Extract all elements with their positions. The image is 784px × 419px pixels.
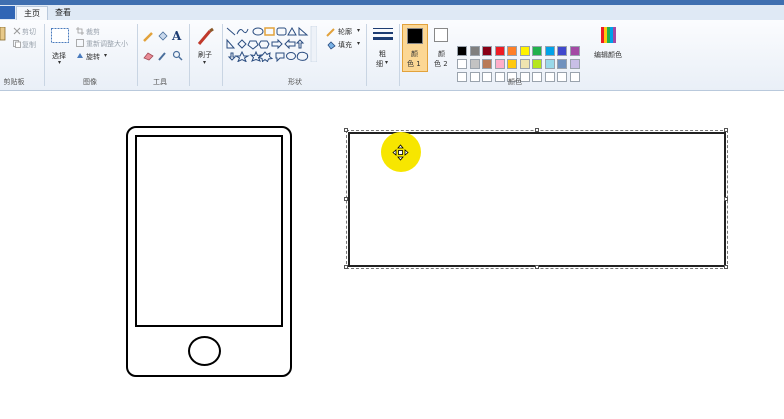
palette-swatch[interactable] xyxy=(544,46,555,56)
copy-button[interactable]: 复制 xyxy=(22,40,36,50)
move-cursor-icon xyxy=(392,144,409,161)
select-dropdown-icon[interactable]: ▾ xyxy=(58,59,61,66)
outline-dropdown-icon[interactable]: ▾ xyxy=(357,27,360,34)
brushes-dropdown-icon[interactable]: ▾ xyxy=(203,59,206,66)
image-group-label: 图像 xyxy=(83,78,97,86)
palette-swatch[interactable] xyxy=(544,59,555,69)
palette-swatch[interactable] xyxy=(457,46,467,56)
shapes-group-label: 形状 xyxy=(288,78,302,86)
text-tool-button[interactable]: A xyxy=(172,29,181,43)
palette-swatch[interactable] xyxy=(469,46,480,56)
clipboard-group-label: 剪贴板 xyxy=(3,78,25,86)
palette-swatch[interactable] xyxy=(482,46,492,56)
resize-handle-right[interactable] xyxy=(724,197,728,201)
resize-handle-left[interactable] xyxy=(344,197,348,201)
cut-button[interactable]: 剪切 xyxy=(22,27,36,37)
ribbon-tabs: 主页 查看 xyxy=(0,5,784,21)
rotate-icon[interactable] xyxy=(76,52,84,60)
palette-swatch[interactable] xyxy=(569,72,580,82)
palette-swatch[interactable] xyxy=(569,59,580,69)
magnifier-icon[interactable] xyxy=(172,50,183,61)
palette-swatch[interactable] xyxy=(469,72,480,82)
color1-label-line2: 色 1 xyxy=(407,60,421,68)
edit-colors-icon[interactable] xyxy=(600,26,618,44)
outline-button[interactable]: 轮廓 xyxy=(338,27,352,37)
resize-handle-top[interactable] xyxy=(535,128,539,132)
color1-swatch xyxy=(407,28,423,44)
phone-home-button-drawing xyxy=(188,336,221,366)
tab-view[interactable]: 查看 xyxy=(48,6,78,20)
outline-icon[interactable] xyxy=(326,27,336,37)
palette-swatch[interactable] xyxy=(494,46,505,56)
palette-swatch[interactable] xyxy=(532,46,542,56)
size-label-line1[interactable]: 粗 xyxy=(379,49,386,59)
palette-swatch[interactable] xyxy=(507,46,517,56)
fill-dropdown-icon[interactable]: ▾ xyxy=(357,40,360,47)
color2-label-line1[interactable]: 颜 xyxy=(438,49,445,59)
edit-colors-button[interactable]: 编辑颜色 xyxy=(594,50,622,60)
resize-icon[interactable] xyxy=(76,39,84,47)
rotate-dropdown-icon[interactable]: ▾ xyxy=(104,52,107,59)
fill-button[interactable]: 填充 xyxy=(338,40,352,50)
crop-icon[interactable] xyxy=(76,27,84,35)
palette-swatch[interactable] xyxy=(494,59,505,69)
size-dropdown-icon[interactable]: ▾ xyxy=(385,59,388,66)
file-menu-button[interactable] xyxy=(0,6,15,19)
palette-swatch[interactable] xyxy=(557,72,567,82)
copy-icon[interactable] xyxy=(13,40,21,48)
brush-icon[interactable] xyxy=(196,27,216,47)
palette-swatch[interactable] xyxy=(482,59,492,69)
palette-swatch[interactable] xyxy=(557,46,567,56)
rotate-button[interactable]: 旋转 xyxy=(86,52,100,62)
palette-swatch[interactable] xyxy=(507,59,517,69)
color2-label-line2[interactable]: 色 2 xyxy=(434,59,448,69)
fill-icon[interactable] xyxy=(326,40,336,50)
palette-swatch[interactable] xyxy=(469,59,480,69)
eraser-icon[interactable] xyxy=(143,50,154,61)
crop-button[interactable]: 裁剪 xyxy=(86,27,100,37)
palette-swatch[interactable] xyxy=(519,59,530,69)
resize-handle-top-right[interactable] xyxy=(724,128,728,132)
phone-screen-drawing xyxy=(135,135,283,327)
pencil-icon[interactable] xyxy=(143,31,154,42)
size-label-line2[interactable]: 细 xyxy=(376,59,383,69)
palette-swatch[interactable] xyxy=(557,59,567,69)
palette-swatch[interactable] xyxy=(482,72,492,82)
fill-bucket-icon[interactable] xyxy=(157,31,168,42)
size-icon[interactable] xyxy=(373,27,393,43)
color-picker-icon[interactable] xyxy=(157,50,168,61)
select-icon[interactable] xyxy=(51,28,69,43)
tab-home[interactable]: 主页 xyxy=(16,6,48,21)
palette-swatch[interactable] xyxy=(532,59,542,69)
palette-swatch[interactable] xyxy=(519,46,530,56)
colors-group-label: 颜色 xyxy=(508,78,522,86)
palette-swatch[interactable] xyxy=(457,72,467,82)
palette-swatch[interactable] xyxy=(457,59,467,69)
resize-handle-bottom-right[interactable] xyxy=(724,265,728,269)
palette-swatch[interactable] xyxy=(569,46,580,56)
color1-label-line1: 颜 xyxy=(411,50,418,58)
ribbon: 剪切 复制 剪贴板 选择 ▾ 裁剪 重新调整大小 旋转 ▾ 图像 A 工具 刷子… xyxy=(0,20,784,91)
tools-group-label: 工具 xyxy=(153,78,167,86)
shapes-gallery[interactable] xyxy=(225,26,317,62)
color2-swatch[interactable] xyxy=(434,28,448,42)
paste-icon[interactable] xyxy=(0,27,6,41)
palette-swatch[interactable] xyxy=(544,72,555,82)
resize-button[interactable]: 重新调整大小 xyxy=(86,39,128,49)
cut-icon[interactable] xyxy=(13,27,21,35)
resize-handle-top-left[interactable] xyxy=(344,128,348,132)
resize-handle-bottom-left[interactable] xyxy=(344,265,348,269)
resize-handle-bottom[interactable] xyxy=(535,265,539,269)
